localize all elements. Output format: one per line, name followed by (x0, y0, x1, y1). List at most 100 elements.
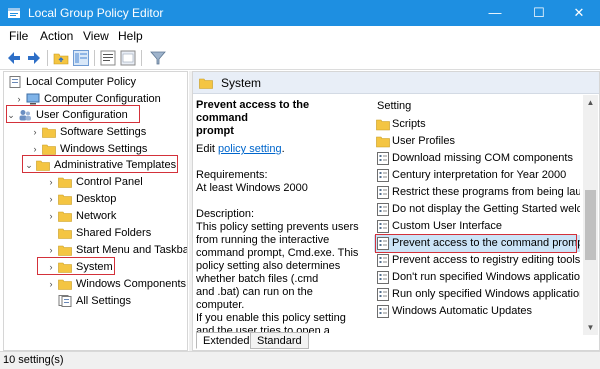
menu-help[interactable]: Help (118, 29, 143, 43)
toolbar-separator (141, 50, 142, 66)
menu-action[interactable]: Action (40, 29, 73, 43)
tree-item-shared-folders[interactable]: Shared Folders (46, 225, 186, 242)
settings-list[interactable]: Setting Scripts User Profiles Download m… (374, 97, 580, 335)
chevron-right-icon[interactable]: › (46, 276, 56, 293)
list-item[interactable]: Windows Automatic Updates (374, 303, 580, 320)
details-pane: System Prevent access to the command pro… (192, 71, 600, 351)
list-item-label: Don't run specified Windows applications (392, 271, 580, 283)
filter-icon[interactable] (148, 48, 168, 68)
up-folder-icon[interactable] (51, 48, 71, 68)
chevron-right-icon[interactable]: › (46, 174, 56, 191)
description-line: whether batch files (.cmd (196, 273, 319, 285)
tree-item-all-settings[interactable]: All Settings (46, 293, 186, 310)
annotation-box-user-configuration (6, 105, 140, 123)
list-item-label: Century interpretation for Year 2000 (392, 169, 567, 181)
tree-item-local-computer-policy[interactable]: Local Computer Policy (6, 74, 186, 91)
toolbar (0, 46, 600, 70)
folder-icon (42, 144, 56, 155)
folder-icon (42, 127, 56, 138)
window-title: Local Group Policy Editor (28, 6, 164, 20)
chevron-right-icon[interactable]: › (46, 191, 56, 208)
tree-item-control-panel[interactable]: › Control Panel (46, 174, 186, 191)
description-line: from running the interactive (196, 234, 330, 246)
policy-title: Prevent access to the command prompt (196, 99, 361, 138)
vertical-scrollbar[interactable]: ▲ ▼ (583, 95, 598, 335)
help-icon[interactable] (118, 48, 138, 68)
requirements-label: Requirements: (196, 169, 268, 181)
close-button[interactable]: ✕ (558, 0, 600, 26)
tab-extended[interactable]: Extended (196, 332, 257, 349)
list-item[interactable]: Custom User Interface (374, 218, 580, 235)
maximize-button[interactable]: ☐ (518, 0, 560, 26)
tree-item-desktop[interactable]: › Desktop (46, 191, 186, 208)
forward-arrow-icon[interactable] (24, 48, 44, 68)
details-header-title: System (221, 76, 262, 90)
tree-item-label: Desktop (76, 193, 117, 205)
folder-icon (199, 78, 213, 89)
policy-setting-icon (377, 169, 389, 182)
navigation-tree[interactable]: Local Computer Policy › Computer Configu… (3, 71, 188, 351)
policy-setting-icon (377, 305, 389, 318)
list-item-label: User Profiles (392, 135, 455, 147)
tree-item-label: All Settings (76, 295, 132, 307)
description-line: If you enable this policy setting (196, 312, 346, 324)
policy-setting-icon (377, 186, 389, 199)
folder-icon (58, 279, 72, 290)
annotation-box-prevent-command-prompt (375, 234, 577, 253)
description-line: This policy setting prevents users (196, 221, 359, 233)
list-item[interactable]: Prevent access to registry editing tools (374, 252, 580, 269)
scroll-up-arrow-icon[interactable]: ▲ (583, 95, 598, 110)
tree-item-label: Windows Components (76, 278, 187, 290)
list-item[interactable]: Run only specified Windows applications (374, 286, 580, 303)
list-item[interactable]: Restrict these programs from being launc… (374, 184, 580, 201)
group-policy-app-icon (8, 8, 20, 18)
list-item-label: Custom User Interface (392, 220, 503, 232)
list-item-label: Download missing COM components (392, 152, 573, 164)
policy-document-icon (9, 76, 21, 88)
properties-icon[interactable] (98, 48, 118, 68)
list-item[interactable]: Download missing COM components (374, 150, 580, 167)
annotation-box-system (37, 257, 115, 275)
policy-setting-icon (377, 220, 389, 233)
title-bar[interactable]: Local Group Policy Editor — ☐ ✕ (0, 0, 600, 26)
list-item-label: Run only specified Windows applications (392, 288, 580, 300)
list-item[interactable]: User Profiles (374, 133, 580, 150)
folder-icon (58, 228, 72, 239)
policy-title-line: prompt (196, 125, 234, 137)
description-label: Description: (196, 208, 255, 220)
tree-item-label: Local Computer Policy (26, 76, 137, 88)
policy-setting-icon (377, 271, 389, 284)
folder-icon (58, 211, 72, 222)
view-tabs: Extended Standard (192, 332, 600, 350)
edit-policy-setting-link[interactable]: policy setting (218, 143, 282, 155)
toolbar-separator (47, 50, 48, 66)
list-item[interactable]: Do not display the Getting Started welco… (374, 201, 580, 218)
policy-title-line: Prevent access to the command (196, 99, 310, 124)
policy-setting-icon (377, 288, 389, 301)
description-line: policy setting also determines (196, 260, 341, 272)
folder-icon (58, 245, 72, 256)
show-hide-tree-icon[interactable] (71, 48, 91, 68)
policy-setting-icon (377, 254, 389, 267)
minimize-button[interactable]: — (474, 0, 516, 26)
menu-view[interactable]: View (83, 29, 109, 43)
tab-standard[interactable]: Standard (250, 332, 309, 349)
tree-item-network[interactable]: › Network (46, 208, 186, 225)
policy-setting-icon (377, 152, 389, 165)
list-item[interactable]: Scripts (374, 116, 580, 133)
chevron-right-icon[interactable]: › (46, 208, 56, 225)
folder-icon (376, 136, 390, 148)
list-item[interactable]: Century interpretation for Year 2000 (374, 167, 580, 184)
scroll-thumb[interactable] (585, 190, 596, 260)
back-arrow-icon[interactable] (4, 48, 24, 68)
menu-file[interactable]: File (9, 29, 28, 43)
toolbar-separator (94, 50, 95, 66)
edit-suffix-text: . (281, 143, 285, 155)
description-line: command prompt, Cmd.exe. This (196, 247, 359, 259)
tree-item-windows-components[interactable]: › Windows Components (46, 276, 187, 293)
list-item[interactable]: Don't run specified Windows applications (374, 269, 580, 286)
computer-icon (26, 93, 40, 105)
setting-column-header[interactable]: Setting (377, 100, 411, 112)
chevron-right-icon[interactable]: › (30, 124, 40, 141)
tree-item-software-settings[interactable]: › Software Settings (30, 124, 187, 141)
